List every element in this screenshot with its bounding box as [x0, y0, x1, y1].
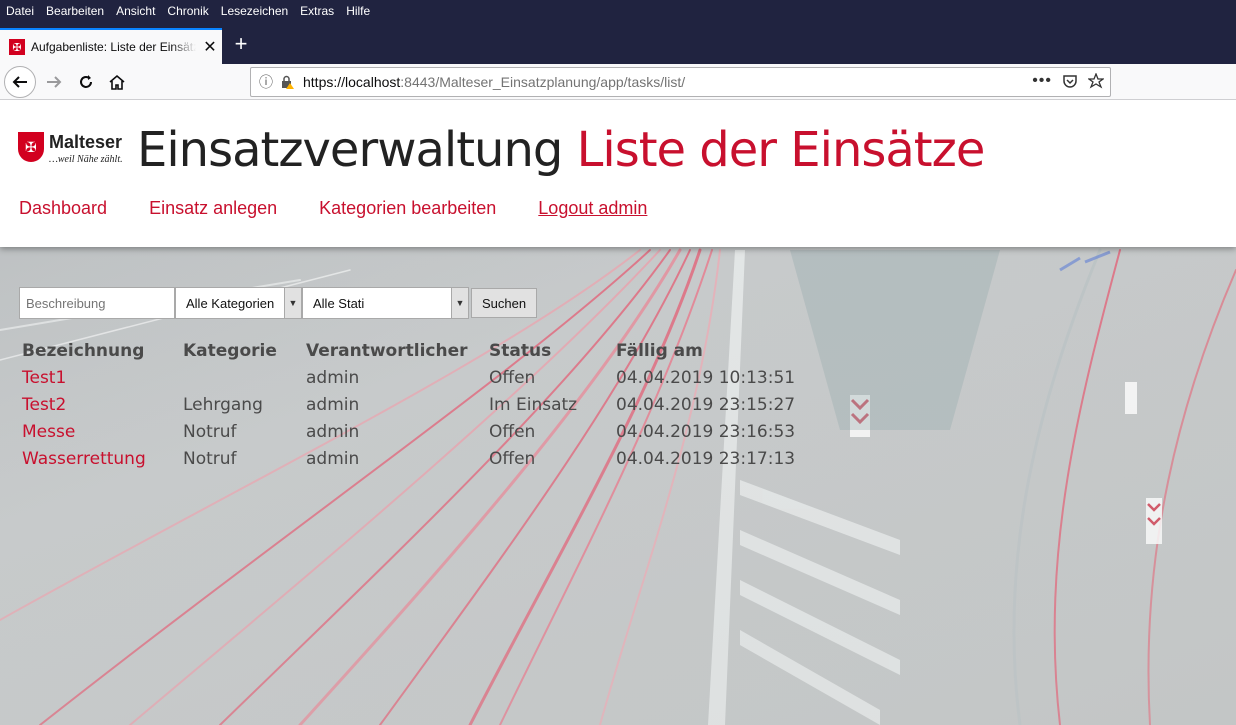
column-header-verantwortlicher: Verantwortlicher: [306, 341, 468, 361]
category-select[interactable]: Alle Kategorien ▼: [175, 287, 302, 319]
task-name-cell: Messe: [22, 422, 183, 449]
page-content: ✠ Malteser …weil Nähe zählt. Einsatzverw…: [0, 100, 1236, 725]
responsible-cell: admin: [306, 422, 360, 442]
tab-title: Aufgabenliste: Liste der Einsätze: [31, 40, 196, 54]
menu-ansicht[interactable]: Ansicht: [116, 4, 155, 18]
insecure-lock-icon[interactable]: [279, 74, 295, 90]
pocket-icon[interactable]: [1062, 73, 1078, 89]
status-cell: Offen: [489, 368, 536, 388]
responsible-cell: admin: [306, 395, 360, 415]
new-tab-icon[interactable]: +: [230, 30, 252, 58]
due-date-cell: 04.04.2019 23:17:13: [616, 449, 796, 469]
nav-logout[interactable]: Logout admin: [538, 198, 647, 219]
task-link[interactable]: Test1: [22, 368, 66, 388]
tasks-table: Bezeichnung Kategorie Verantwortlicher S…: [22, 341, 816, 476]
main-nav: Dashboard Einsatz anlegen Kategorien bea…: [19, 198, 647, 219]
status-select-value: Alle Stati: [313, 295, 365, 311]
chevron-down-icon: ▼: [451, 288, 468, 318]
responsible-cell: admin: [306, 368, 360, 388]
malteser-favicon-icon: ✠: [9, 39, 25, 55]
url-bar[interactable]: ⓘ https://localhost:8443/Malteser_Einsat…: [250, 67, 1111, 97]
forward-arrow-icon: [47, 76, 62, 88]
logo-text: Malteser …weil Nähe zählt.: [49, 132, 123, 165]
column-header-status: Status: [489, 341, 552, 361]
category-cell: Lehrgang: [183, 395, 263, 415]
site-header: ✠ Malteser …weil Nähe zählt. Einsatzverw…: [0, 100, 1236, 247]
description-search-input[interactable]: [19, 287, 175, 319]
menu-lesezeichen[interactable]: Lesezeichen: [221, 4, 288, 18]
task-link[interactable]: Messe: [22, 422, 75, 442]
info-icon[interactable]: ⓘ: [259, 72, 273, 92]
menu-datei[interactable]: Datei: [6, 4, 34, 18]
app-title: Einsatzverwaltung: [137, 122, 563, 178]
back-arrow-icon: [12, 76, 27, 88]
nav-dashboard[interactable]: Dashboard: [19, 198, 107, 219]
home-button[interactable]: [103, 68, 131, 96]
table-row: Test2 Lehrgang admin Im Einsatz 04.04.20…: [22, 395, 816, 422]
url-host: https://localhost: [303, 74, 401, 90]
status-cell: Offen: [489, 422, 536, 442]
chevron-down-icon: ▼: [284, 288, 301, 318]
task-name-cell: Test2: [22, 395, 183, 422]
menu-bearbeiten[interactable]: Bearbeiten: [46, 4, 104, 18]
home-icon: [109, 74, 125, 90]
category-cell: [183, 368, 306, 395]
bookmark-star-icon[interactable]: [1088, 73, 1104, 89]
task-name-cell: Wasserrettung: [22, 449, 183, 476]
task-link[interactable]: Test2: [22, 395, 66, 415]
column-header-kategorie: Kategorie: [183, 341, 277, 361]
table-row: Test1 admin Offen 04.04.2019 10:13:51: [22, 368, 816, 395]
reload-button[interactable]: [72, 68, 100, 96]
status-cell: Im Einsatz: [489, 395, 578, 415]
menu-extras[interactable]: Extras: [300, 4, 334, 18]
navigation-bar: ⓘ https://localhost:8443/Malteser_Einsat…: [0, 64, 1236, 100]
page-title: Einsatzverwaltung Liste der Einsätze: [137, 122, 986, 178]
malteser-cross-icon: ✠: [18, 132, 44, 162]
reload-icon: [80, 75, 92, 88]
tab-strip: ✠ Aufgabenliste: Liste der Einsätze ✕ +: [0, 22, 1236, 64]
forward-button[interactable]: [40, 68, 68, 96]
logo-tagline: …weil Nähe zählt.: [49, 154, 123, 165]
column-header-bezeichnung: Bezeichnung: [22, 341, 145, 361]
nav-kategorien-bearbeiten[interactable]: Kategorien bearbeiten: [319, 198, 496, 219]
browser-tab[interactable]: ✠ Aufgabenliste: Liste der Einsätze ✕: [0, 28, 222, 64]
malteser-logo[interactable]: ✠ Malteser …weil Nähe zählt.: [18, 132, 123, 165]
column-header-faellig-am: Fällig am: [616, 341, 703, 361]
filter-form: Alle Kategorien ▼ Alle Stati ▼ Suchen: [19, 287, 538, 319]
due-date-cell: 04.04.2019 10:13:51: [616, 368, 796, 388]
url-path: :8443/Malteser_Einsatzplanung/app/tasks/…: [400, 74, 686, 90]
logo-name: Malteser: [49, 132, 123, 152]
due-date-cell: 04.04.2019 23:15:27: [616, 395, 796, 415]
responsible-cell: admin: [306, 449, 360, 469]
table-row: Messe Notruf admin Offen 04.04.2019 23:1…: [22, 422, 816, 449]
table-header-row: Bezeichnung Kategorie Verantwortlicher S…: [22, 341, 816, 368]
task-link[interactable]: Wasserrettung: [22, 449, 146, 469]
close-tab-icon[interactable]: ✕: [202, 37, 218, 57]
status-cell: Offen: [489, 449, 536, 469]
menu-bar: Datei Bearbeiten Ansicht Chronik Lesezei…: [0, 0, 1236, 22]
section-title: Liste der Einsätze: [576, 122, 986, 178]
search-button[interactable]: Suchen: [471, 288, 538, 318]
due-date-cell: 04.04.2019 23:16:53: [616, 422, 796, 442]
url-text: https://localhost:8443/Malteser_Einsatzp…: [303, 74, 685, 90]
table-row: Wasserrettung Notruf admin Offen 04.04.2…: [22, 449, 816, 476]
menu-chronik[interactable]: Chronik: [167, 4, 208, 18]
nav-einsatz-anlegen[interactable]: Einsatz anlegen: [149, 198, 277, 219]
category-select-value: Alle Kategorien: [186, 295, 275, 311]
task-name-cell: Test1: [22, 368, 183, 395]
page-actions-icon[interactable]: •••: [1032, 72, 1052, 90]
category-cell: Notruf: [183, 422, 237, 442]
back-button[interactable]: [4, 66, 36, 98]
category-cell: Notruf: [183, 449, 237, 469]
url-actions: •••: [1032, 72, 1104, 90]
status-select[interactable]: Alle Stati ▼: [302, 287, 469, 319]
menu-hilfe[interactable]: Hilfe: [346, 4, 370, 18]
